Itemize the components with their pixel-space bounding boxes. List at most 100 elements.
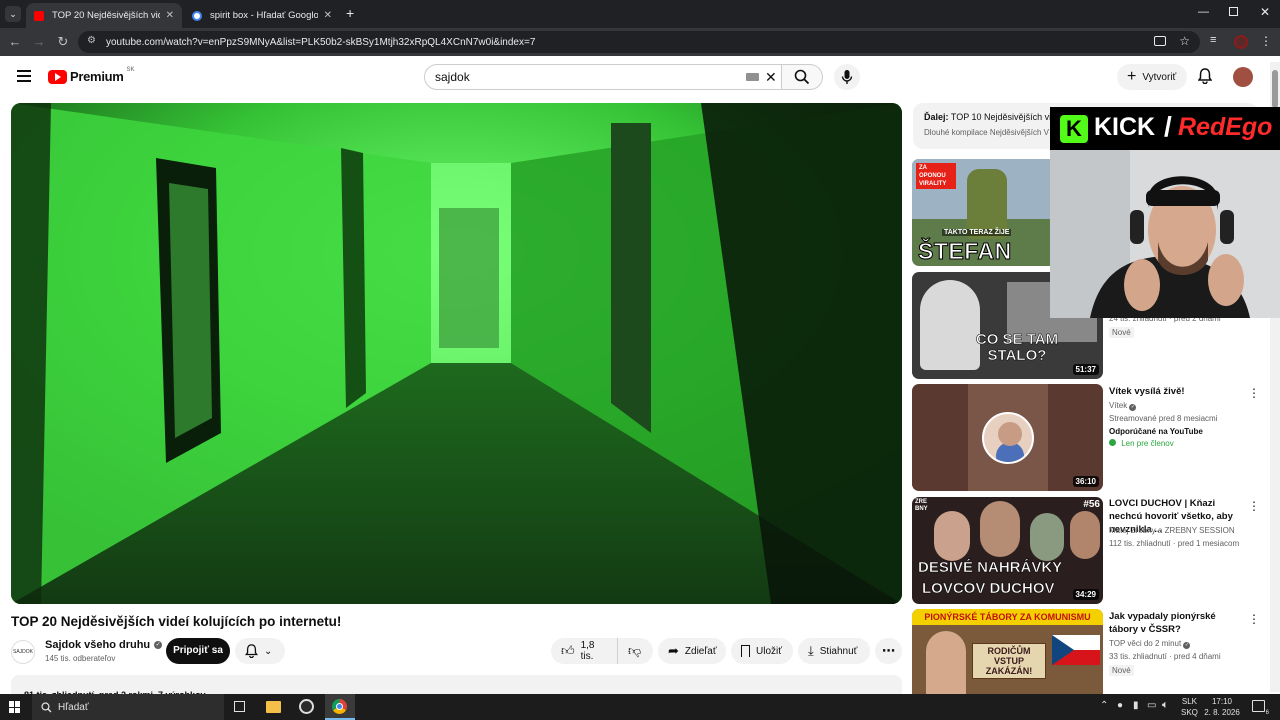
next-title: TOP 10 Nejděsivějších vide: [950, 112, 1062, 122]
tab-title: spirit box - Hľadať Googlom: [210, 10, 318, 21]
tab-google[interactable]: spirit box - Hľadať Googlom ✕: [184, 3, 340, 28]
sidebar-video-thumbnail[interactable]: 36:10: [912, 384, 1103, 491]
volume-icon[interactable]: 🔈︎: [1162, 699, 1169, 712]
thumbnail-face-2: [980, 501, 1020, 557]
network-icon[interactable]: ▭: [1147, 700, 1156, 711]
channel-avatar[interactable]: SAJDOK: [11, 640, 35, 664]
channel-name: Matej Zrebny a ZREBNY SESSION: [1109, 526, 1235, 535]
close-tab-icon[interactable]: ✕: [166, 10, 174, 21]
notification-center-icon[interactable]: 6: [1252, 700, 1269, 716]
join-button[interactable]: Pripojiť sa: [166, 638, 230, 664]
browser-tab-bar: ⌄ TOP 20 Nejděsivějších videí kolujících…: [0, 0, 1280, 28]
dislike-button[interactable]: 👎︎: [617, 638, 653, 664]
more-options-icon[interactable]: ⋮: [1248, 386, 1260, 400]
verified-check-icon: ✓: [1183, 642, 1191, 649]
minimize-icon[interactable]: —: [1198, 6, 1209, 18]
forward-icon[interactable]: →: [30, 33, 48, 51]
search-input[interactable]: sajdok ✕: [424, 64, 782, 90]
taskbar-search-box[interactable]: Hľadať: [32, 694, 224, 720]
recommended-label: Odporúčané na YouTube: [1109, 427, 1203, 436]
address-bar[interactable]: ⚙ youtube.com/watch?v=enPpzS9MNyA&list=P…: [78, 31, 1200, 53]
language-line-2: SKQ: [1181, 708, 1198, 717]
tray-chevron-up-icon[interactable]: ⌃: [1100, 700, 1108, 711]
more-options-icon[interactable]: ⋮: [1248, 612, 1260, 626]
brand-kick-text: KICK: [1094, 113, 1156, 141]
thumbnail-person: [926, 631, 966, 694]
new-tab-button[interactable]: +: [346, 5, 354, 21]
thumbnail-caption: ŠTEFAN: [918, 238, 1012, 265]
browser-menu-icon[interactable]: ⋮: [1260, 34, 1272, 48]
site-info-icon[interactable]: ⚙: [87, 35, 96, 46]
media-controls-icon[interactable]: ≡: [1210, 34, 1216, 46]
close-tab-icon[interactable]: ✕: [324, 10, 332, 21]
more-options-icon[interactable]: ⋮: [1248, 499, 1260, 513]
create-button[interactable]: + Vytvoriť: [1117, 64, 1187, 90]
download-icon: ⤓: [808, 643, 814, 658]
tray-app-icon[interactable]: ▮: [1133, 700, 1139, 711]
task-view-icon[interactable]: [234, 701, 245, 712]
tab-title: TOP 20 Nejděsivějších videí kolujících p…: [52, 10, 160, 21]
download-button[interactable]: ⤓ Stiahnuť: [798, 638, 870, 664]
channel-name-text: TOP věci do 2 minut: [1109, 639, 1182, 648]
like-button[interactable]: 👍︎ 1,8 tis.: [551, 638, 617, 664]
obs-icon[interactable]: [299, 699, 314, 714]
brand-name-text: RedEgo: [1178, 113, 1273, 141]
thumbnail-banner: PIONÝRSKÉ TÁBORY ZA KOMUNISMU: [912, 609, 1103, 625]
thumbnail-caption: DESIVÉ NAHRÁVKY: [918, 559, 1063, 577]
sidebar-video-thumbnail[interactable]: ZRE BNY #56 DESIVÉ NAHRÁVKY LOVCOV DUCHO…: [912, 497, 1103, 604]
video-title[interactable]: Jak vypadaly pionýrské tábory v ČSSR?: [1109, 610, 1244, 636]
scrollbar-thumb[interactable]: [1272, 70, 1278, 108]
back-icon[interactable]: ←: [6, 33, 24, 51]
reload-icon[interactable]: ↻: [54, 33, 72, 51]
save-button[interactable]: Uložiť: [731, 638, 793, 664]
thumbnail-corner-label: ZRE BNY: [915, 499, 928, 512]
notifications-bell-icon[interactable]: [1197, 68, 1213, 89]
tab-list-button[interactable]: ⌄: [5, 6, 21, 22]
search-button[interactable]: [782, 64, 823, 90]
channel-name[interactable]: Sajdok všeho druhu ✓: [45, 639, 163, 651]
language-indicator[interactable]: SLK SKQ: [1181, 696, 1198, 718]
channel-avatar-circle: [982, 412, 1034, 464]
share-button[interactable]: ➦ Zdieľať: [658, 638, 726, 664]
chevron-down-icon: ⌄: [264, 645, 273, 657]
video-meta: 33 tis. zhliadnutí · pred 4 dňami: [1109, 652, 1221, 661]
description-box[interactable]: 81 tis. zhliadnutí pred 2 rokmi 7 výrobk…: [11, 675, 902, 700]
restore-icon[interactable]: [1229, 7, 1238, 16]
hamburger-menu-icon[interactable]: [17, 70, 31, 82]
voice-search-button[interactable]: [834, 64, 860, 90]
microphone-tray-icon[interactable]: ●: [1117, 700, 1123, 711]
webcam-overlay: [1050, 150, 1280, 318]
sidebar-video-thumbnail[interactable]: PIONÝRSKÉ TÁBORY ZA KOMUNISMU RODIČŮM VS…: [912, 609, 1103, 694]
members-label: Len pre členov: [1121, 439, 1174, 448]
windows-taskbar: Hľadať ⌃ ● ▮ ▭ 🔈︎ SLK SKQ 17:10 2. 8. 20…: [0, 694, 1280, 720]
thumbnail-flag: [1052, 635, 1100, 665]
notification-count: 6: [1265, 710, 1269, 716]
search-icon: [794, 69, 810, 85]
members-icon: [1109, 439, 1116, 446]
notification-settings-button[interactable]: ⌄: [235, 638, 285, 664]
more-horizontal-icon: ⋯: [882, 643, 895, 658]
close-window-icon[interactable]: ✕: [1260, 5, 1270, 19]
file-explorer-icon[interactable]: [266, 701, 281, 713]
chrome-taskbar-button[interactable]: [325, 694, 355, 720]
search-icon: [41, 702, 52, 713]
video-player[interactable]: [11, 103, 902, 604]
download-label: Stiahnuť: [819, 645, 858, 657]
video-title[interactable]: Vítek vysílá živě!: [1109, 385, 1244, 398]
bookmark-star-icon[interactable]: ☆: [1179, 34, 1190, 48]
thumbnail-face-3: [1030, 513, 1064, 561]
tab-youtube[interactable]: TOP 20 Nejděsivějších videí kolujících p…: [26, 3, 182, 28]
account-avatar[interactable]: [1233, 67, 1253, 87]
duration-badge: 34:29: [1072, 589, 1099, 600]
clock[interactable]: 17:10 2. 8. 2026: [1204, 696, 1240, 718]
windows-start-icon[interactable]: [9, 701, 21, 713]
verified-check-icon: ✓: [154, 641, 163, 649]
google-favicon-icon: [192, 10, 202, 21]
install-app-icon[interactable]: [1154, 36, 1166, 46]
brand-slash-text: /: [1164, 111, 1172, 142]
youtube-logo[interactable]: Premium SK: [48, 67, 135, 84]
clear-search-icon[interactable]: ✕: [765, 65, 777, 89]
keyboard-icon[interactable]: [746, 73, 759, 81]
more-actions-button[interactable]: ⋯: [875, 638, 902, 664]
profile-avatar-icon[interactable]: [1234, 35, 1248, 49]
